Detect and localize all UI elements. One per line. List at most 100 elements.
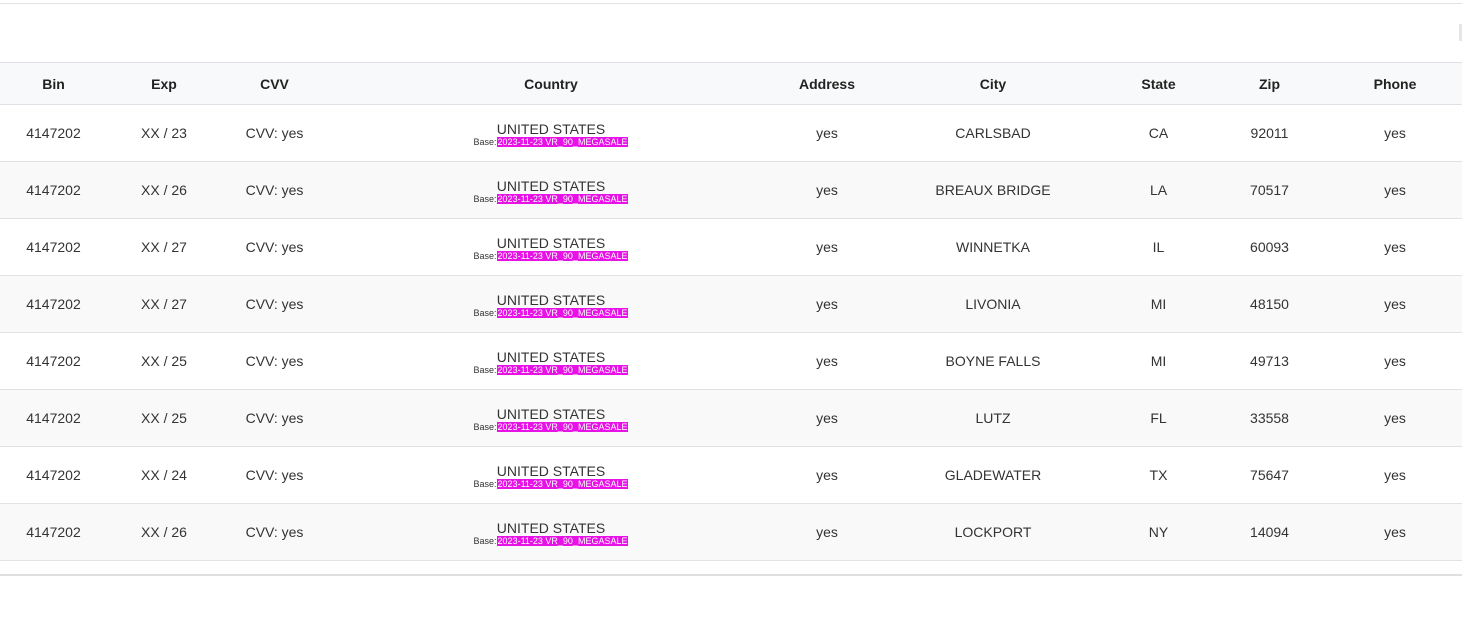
country-name: UNITED STATES bbox=[496, 348, 606, 365]
table-row[interactable]: 4147202 XX / 26 CVV: yes UNITED STATES Base:… bbox=[0, 161, 1462, 219]
base-prefix: Base: bbox=[473, 364, 497, 375]
table-row[interactable]: 4147202 XX / 25 CVV: yes UNITED STATES Base:… bbox=[0, 389, 1462, 447]
base-tag: 2023-11-23 VR_90_MEGASALE bbox=[496, 478, 629, 489]
cell-cvv: CVV: yes bbox=[221, 446, 328, 504]
cell-bin: 4147202 bbox=[0, 104, 107, 162]
cell-exp: XX / 26 bbox=[107, 503, 221, 561]
cell-exp: XX / 25 bbox=[107, 332, 221, 390]
cell-cvv: CVV: yes bbox=[221, 389, 328, 447]
base-line: Base:2023-11-23 VR_90_MEGASALE bbox=[328, 535, 774, 547]
cell-phone: yes bbox=[1328, 104, 1462, 162]
cell-phone: yes bbox=[1328, 332, 1462, 390]
column-header-country[interactable]: Country bbox=[328, 62, 774, 105]
country-name: UNITED STATES bbox=[496, 462, 606, 479]
cell-bin: 4147202 bbox=[0, 389, 107, 447]
cell-country: UNITED STATES Base:2023-11-23 VR_90_MEGAS… bbox=[328, 389, 774, 447]
cell-zip: 75647 bbox=[1211, 446, 1328, 504]
cell-address: yes bbox=[774, 503, 880, 561]
table-row[interactable]: 4147202 XX / 25 CVV: yes UNITED STATES Base:… bbox=[0, 332, 1462, 390]
cell-city: GLADEWATER bbox=[880, 446, 1106, 504]
cell-country: UNITED STATES Base:2023-11-23 VR_90_MEGAS… bbox=[328, 446, 774, 504]
base-prefix: Base: bbox=[473, 535, 497, 546]
cell-bin: 4147202 bbox=[0, 161, 107, 219]
country-name: UNITED STATES bbox=[496, 519, 606, 536]
cell-phone: yes bbox=[1328, 446, 1462, 504]
cell-city: WINNETKA bbox=[880, 218, 1106, 276]
column-header-city[interactable]: City bbox=[880, 62, 1106, 105]
base-tag: 2023-11-23 VR_90_MEGASALE bbox=[496, 307, 629, 318]
cell-address: yes bbox=[774, 332, 880, 390]
column-header-cvv[interactable]: CVV bbox=[221, 62, 328, 105]
base-tag: 2023-11-23 VR_90_MEGASALE bbox=[496, 535, 629, 546]
cell-exp: XX / 25 bbox=[107, 389, 221, 447]
country-name: UNITED STATES bbox=[496, 291, 606, 308]
country-name: UNITED STATES bbox=[496, 234, 606, 251]
cell-state: LA bbox=[1106, 161, 1211, 219]
column-header-state[interactable]: State bbox=[1106, 62, 1211, 105]
base-prefix: Base: bbox=[473, 478, 497, 489]
cell-city: CARLSBAD bbox=[880, 104, 1106, 162]
cell-zip: 92011 bbox=[1211, 104, 1328, 162]
cell-zip: 49713 bbox=[1211, 332, 1328, 390]
cell-bin: 4147202 bbox=[0, 332, 107, 390]
cell-address: yes bbox=[774, 389, 880, 447]
column-header-bin[interactable]: Bin bbox=[0, 62, 107, 105]
cell-state: FL bbox=[1106, 389, 1211, 447]
base-line: Base:2023-11-23 VR_90_MEGASALE bbox=[328, 136, 774, 148]
cell-country: UNITED STATES Base:2023-11-23 VR_90_MEGAS… bbox=[328, 275, 774, 333]
base-tag: 2023-11-23 VR_90_MEGASALE bbox=[496, 364, 629, 375]
cell-cvv: CVV: yes bbox=[221, 503, 328, 561]
table-row[interactable]: 4147202 XX / 23 CVV: yes UNITED STATES Base:… bbox=[0, 104, 1462, 162]
cell-state: MI bbox=[1106, 275, 1211, 333]
base-prefix: Base: bbox=[473, 421, 497, 432]
cell-exp: XX / 27 bbox=[107, 275, 221, 333]
cell-cvv: CVV: yes bbox=[221, 104, 328, 162]
base-prefix: Base: bbox=[473, 193, 497, 204]
base-prefix: Base: bbox=[473, 307, 497, 318]
cell-city: BREAUX BRIDGE bbox=[880, 161, 1106, 219]
results-table: Bin Exp CVV Country Address City State Z… bbox=[0, 62, 1462, 561]
base-line: Base:2023-11-23 VR_90_MEGASALE bbox=[328, 421, 774, 433]
cell-address: yes bbox=[774, 218, 880, 276]
table-row[interactable]: 4147202 XX / 24 CVV: yes UNITED STATES Base:… bbox=[0, 446, 1462, 504]
cell-city: BOYNE FALLS bbox=[880, 332, 1106, 390]
cell-bin: 4147202 bbox=[0, 218, 107, 276]
table-header: Bin Exp CVV Country Address City State Z… bbox=[0, 62, 1462, 105]
column-header-address[interactable]: Address bbox=[774, 62, 880, 105]
cell-address: yes bbox=[774, 104, 880, 162]
cell-cvv: CVV: yes bbox=[221, 332, 328, 390]
cell-exp: XX / 23 bbox=[107, 104, 221, 162]
cell-cvv: CVV: yes bbox=[221, 161, 328, 219]
country-name: UNITED STATES bbox=[496, 177, 606, 194]
country-name: UNITED STATES bbox=[496, 405, 606, 422]
column-header-exp[interactable]: Exp bbox=[107, 62, 221, 105]
table-row[interactable]: 4147202 XX / 26 CVV: yes UNITED STATES Base:… bbox=[0, 503, 1462, 561]
base-line: Base:2023-11-23 VR_90_MEGASALE bbox=[328, 364, 774, 376]
table-row[interactable]: 4147202 XX / 27 CVV: yes UNITED STATES Base:… bbox=[0, 275, 1462, 333]
cell-city: LOCKPORT bbox=[880, 503, 1106, 561]
cell-state: IL bbox=[1106, 218, 1211, 276]
base-line: Base:2023-11-23 VR_90_MEGASALE bbox=[328, 478, 774, 490]
cell-exp: XX / 24 bbox=[107, 446, 221, 504]
table-body: 4147202 XX / 23 CVV: yes UNITED STATES Base:… bbox=[0, 104, 1462, 561]
bottom-divider bbox=[0, 574, 1462, 576]
cell-city: LIVONIA bbox=[880, 275, 1106, 333]
cell-phone: yes bbox=[1328, 503, 1462, 561]
cell-cvv: CVV: yes bbox=[221, 275, 328, 333]
cell-exp: XX / 26 bbox=[107, 161, 221, 219]
cell-state: TX bbox=[1106, 446, 1211, 504]
cell-zip: 33558 bbox=[1211, 389, 1328, 447]
cell-state: MI bbox=[1106, 332, 1211, 390]
table-row[interactable]: 4147202 XX / 27 CVV: yes UNITED STATES Base:… bbox=[0, 218, 1462, 276]
cell-phone: yes bbox=[1328, 218, 1462, 276]
cell-country: UNITED STATES Base:2023-11-23 VR_90_MEGAS… bbox=[328, 218, 774, 276]
cell-country: UNITED STATES Base:2023-11-23 VR_90_MEGAS… bbox=[328, 503, 774, 561]
base-prefix: Base: bbox=[473, 136, 497, 147]
base-tag: 2023-11-23 VR_90_MEGASALE bbox=[496, 250, 629, 261]
country-name: UNITED STATES bbox=[496, 120, 606, 137]
column-header-phone[interactable]: Phone bbox=[1328, 62, 1462, 105]
base-prefix: Base: bbox=[473, 250, 497, 261]
base-tag: 2023-11-23 VR_90_MEGASALE bbox=[496, 136, 629, 147]
top-divider bbox=[0, 3, 1462, 4]
column-header-zip[interactable]: Zip bbox=[1211, 62, 1328, 105]
